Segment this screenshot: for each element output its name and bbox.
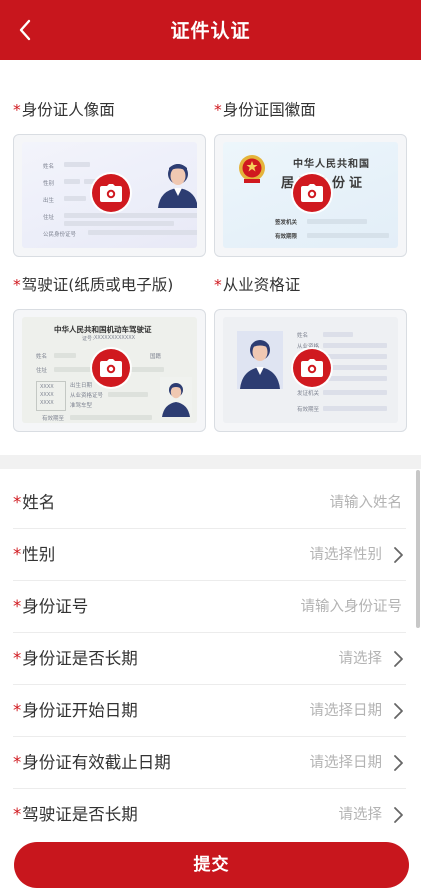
sample-field: 出生日期 [70,383,93,389]
gender-field[interactable]: *性别 请选择性别 [13,528,406,581]
id-number-input[interactable]: 请输入身份证号 [301,580,403,632]
gender-select[interactable]: 请选择性别 [310,528,383,580]
sample-field: 姓名 [36,354,48,360]
qualification-cert-card[interactable]: 姓名 从业资格 证号 发证机关 有效期至 [214,309,407,432]
seal-box: XXXX XXXX XXXX [36,381,66,411]
id-number-field[interactable]: *身份证号 请输入身份证号 [13,580,406,633]
required-mark: * [13,276,21,294]
chevron-right-icon [394,547,403,563]
id-start-date-field[interactable]: *身份证开始日期 请选择日期 [13,684,406,737]
submit-button[interactable]: 提交 [14,842,409,888]
upload-id-back: *身份证国徽面 中华人民共和国 居民身份证 签发机关 有效期限 [214,98,407,257]
id-end-date-select[interactable]: 请选择日期 [310,736,383,788]
required-mark: * [13,701,22,720]
sample-field: 住址 [43,215,55,221]
license-longterm-field[interactable]: *驾驶证是否长期 请选择 [13,788,406,840]
upload-label: *身份证国徽面 [214,101,316,119]
upload-label: *驾驶证(纸质或电子版) [13,276,174,294]
submit-bar: 提交 [0,838,421,891]
sample-field: 有效期至 [297,407,320,413]
sample-field: 国籍 [150,354,162,360]
chevron-right-icon [394,651,403,667]
page-title: 证件认证 [170,20,251,42]
sample-field: 住址 [36,368,48,374]
id-longterm-field[interactable]: *身份证是否长期 请选择 [13,632,406,685]
upload-label: *从业资格证 [214,276,301,294]
portrait-icon [158,164,197,208]
sample-field: 有效期至 [42,416,65,422]
emblem-icon [239,155,265,183]
field-label: *性别 [13,545,56,564]
camera-button[interactable] [92,174,130,212]
camera-button[interactable] [293,349,331,387]
required-mark: * [214,101,222,119]
sample-field: 公民身份证号 [43,232,77,238]
sample-field: 出生 [43,198,55,204]
id-longterm-select[interactable]: 请选择 [339,632,383,684]
camera-icon [100,184,122,202]
required-mark: * [13,805,22,824]
section-divider [0,455,421,469]
required-mark: * [13,101,21,119]
nav-bar: 证件认证 [0,0,421,60]
camera-button[interactable] [293,174,331,212]
name-input[interactable]: 请输入姓名 [330,476,403,528]
upload-driver-license: *驾驶证(纸质或电子版) 中华人民共和国机动车驾驶证 证号： XXXXXXXXX… [13,273,206,432]
portrait-icon [160,377,192,417]
license-longterm-select[interactable]: 请选择 [339,788,383,840]
field-label: *身份证开始日期 [13,701,138,720]
field-label: *驾驶证是否长期 [13,805,138,824]
name-field[interactable]: *姓名 请输入姓名 [13,476,406,529]
sample-field: 准驾车型 [70,403,93,409]
scrollbar[interactable] [416,470,420,628]
upload-qualification-cert: *从业资格证 姓名 从业资格 证号 发证机关 有效期至 [214,273,407,432]
sample-field: 有效期限 [275,234,298,240]
required-mark: * [13,753,22,772]
sample-field: 发证机关 [297,391,320,397]
id-back-card[interactable]: 中华人民共和国 居民身份证 签发机关 有效期限 [214,134,407,257]
chevron-right-icon [394,703,403,719]
camera-button[interactable] [92,349,130,387]
driver-license-card[interactable]: 中华人民共和国机动车驾驶证 证号： XXXXXXXXXXXX 姓名 住址 国籍 … [13,309,206,432]
chevron-right-icon [394,755,403,771]
required-mark: * [13,545,22,564]
chevron-right-icon [394,807,403,823]
license-title-text: 中华人民共和国机动车驾驶证 [54,325,152,334]
required-mark: * [13,649,22,668]
id-start-date-select[interactable]: 请选择日期 [310,684,383,736]
sample-field: 从业资格证号 [70,393,104,399]
required-mark: * [13,597,22,616]
sample-field: 姓名 [297,333,309,339]
required-mark: * [214,276,222,294]
upload-id-front: *身份证人像面 姓名 性别 出生 住址 公民身份证号 [13,98,206,257]
sample-field: 性别 [43,181,55,187]
sample-field: 签发机关 [275,220,298,226]
required-mark: * [13,493,22,512]
field-label: *姓名 [13,493,56,512]
id-front-card[interactable]: 姓名 性别 出生 住址 公民身份证号 [13,134,206,257]
portrait-icon [237,331,283,389]
field-label: *身份证号 [13,597,89,616]
upload-label: *身份证人像面 [13,101,115,119]
field-label: *身份证是否长期 [13,649,138,668]
camera-icon [301,184,323,202]
country-text: 中华人民共和国 [293,159,370,170]
camera-icon [100,359,122,377]
photo-upload-area: *身份证人像面 姓名 性别 出生 住址 公民身份证号 *身份证国徽面 中华人民共… [0,60,421,455]
id-end-date-field[interactable]: *身份证有效截止日期 请选择日期 [13,736,406,789]
sample-field: 姓名 [43,164,55,170]
camera-icon [301,359,323,377]
license-number-value: XXXXXXXXXXXX [94,335,136,341]
field-label: *身份证有效截止日期 [13,753,171,772]
